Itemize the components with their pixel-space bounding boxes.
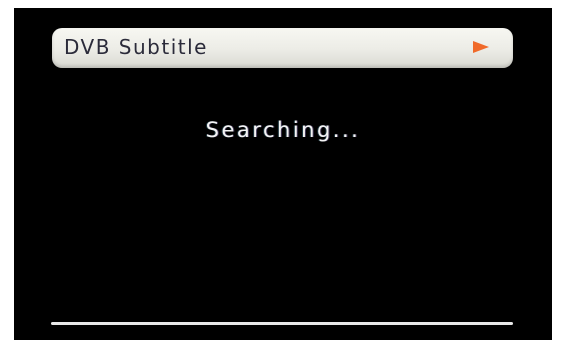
tv-screen: DVB Subtitle Searching... (14, 8, 552, 340)
arrow-right-icon[interactable] (473, 41, 489, 53)
searching-status: Searching... (205, 118, 361, 142)
bottom-divider (51, 322, 513, 325)
menu-item-label: DVB Subtitle (64, 35, 208, 59)
dvb-subtitle-menu-item[interactable]: DVB Subtitle (52, 28, 513, 68)
